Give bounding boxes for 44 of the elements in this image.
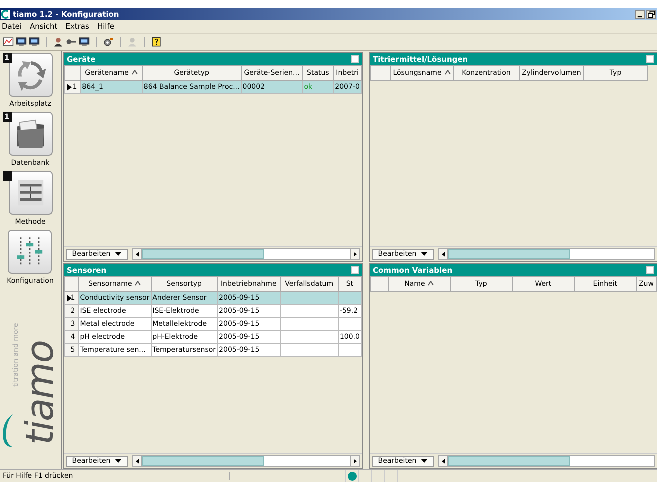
- horizontal-scrollbar[interactable]: [132, 248, 360, 260]
- restore-icon: [648, 10, 654, 18]
- scroll-right-button[interactable]: [350, 249, 359, 259]
- folder-button[interactable]: [8, 112, 52, 156]
- logo-wordmark: tiamo: [18, 341, 62, 445]
- right-arrow-icon: [354, 252, 356, 256]
- app-icon: [1, 10, 10, 18]
- left-arrow-icon: [442, 252, 444, 256]
- report-icon[interactable]: [3, 37, 14, 47]
- table-cell: [280, 330, 338, 344]
- caret-icon: [420, 252, 428, 256]
- minimize-button[interactable]: [635, 10, 645, 18]
- caret-icon: [420, 459, 428, 463]
- current-row-icon: [67, 295, 72, 302]
- monitor-icon[interactable]: [16, 37, 27, 47]
- table-cell: [280, 344, 338, 356]
- scroll-left-button[interactable]: [133, 456, 142, 466]
- help-icon[interactable]: [151, 37, 162, 47]
- current-row-icon: [67, 84, 72, 91]
- table-cell: [280, 318, 338, 330]
- table-cell: [280, 304, 338, 318]
- user-icon[interactable]: [53, 37, 64, 47]
- restore-button[interactable]: [646, 10, 656, 18]
- left-arrow-icon: [136, 458, 138, 464]
- left-arrow-icon: [136, 252, 138, 256]
- list-button[interactable]: [8, 171, 52, 215]
- monitor-icon[interactable]: [79, 37, 90, 47]
- monitor-icon[interactable]: [29, 37, 40, 47]
- scroll-right-button[interactable]: [350, 456, 359, 466]
- gear-icon[interactable]: [103, 37, 114, 47]
- right-arrow-icon: [354, 458, 356, 464]
- horizontal-scrollbar[interactable]: [438, 455, 655, 467]
- cycle-arrows-button[interactable]: [8, 53, 52, 97]
- scroll-left-button[interactable]: [439, 456, 448, 466]
- horizontal-scrollbar[interactable]: [132, 455, 360, 467]
- sliders-button[interactable]: [8, 230, 52, 274]
- caret-icon: [114, 252, 122, 256]
- left-arrow-icon: [442, 458, 444, 464]
- scroll-left-button[interactable]: [133, 249, 142, 259]
- caret-icon: [114, 459, 122, 463]
- scroll-left-button[interactable]: [439, 249, 448, 259]
- key-icon[interactable]: [66, 37, 77, 47]
- table-cell: [280, 292, 338, 304]
- horizontal-scrollbar[interactable]: [438, 248, 655, 260]
